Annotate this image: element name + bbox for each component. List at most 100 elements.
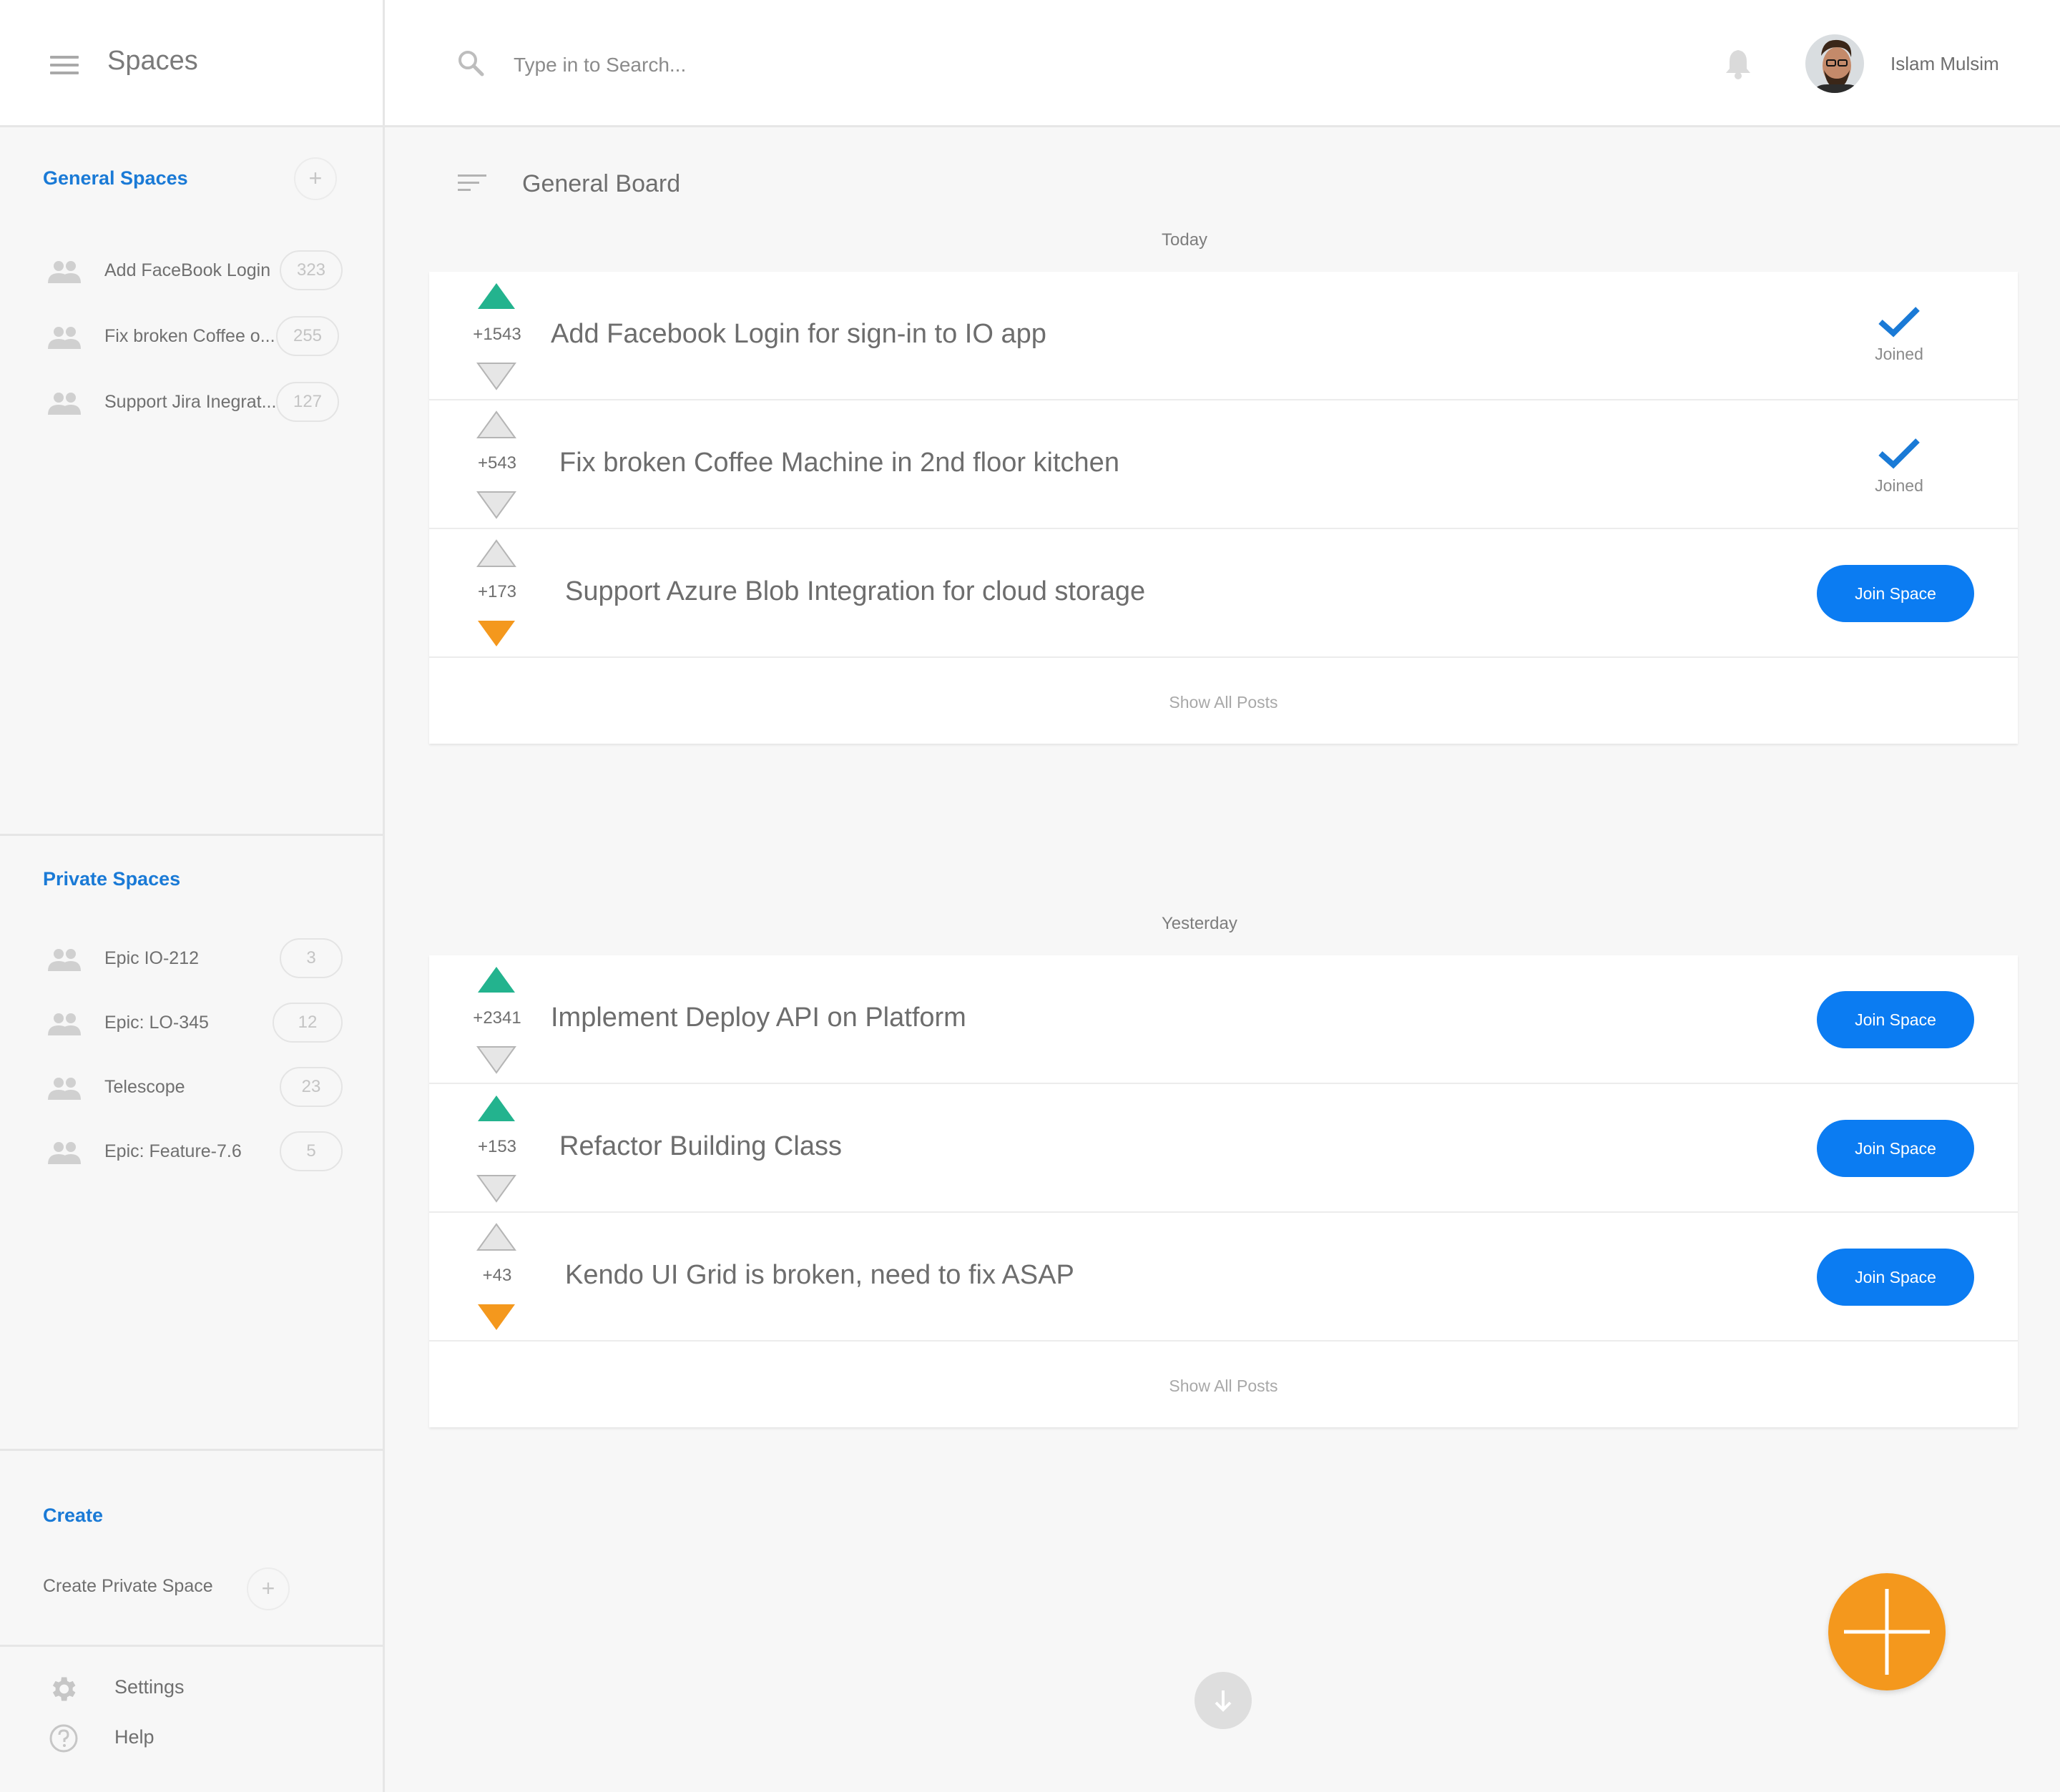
sort-icon[interactable]	[458, 174, 486, 196]
downvote-icon[interactable]	[476, 619, 516, 648]
vote-control: +1543	[465, 282, 529, 390]
avatar-image	[1805, 34, 1864, 93]
post-row[interactable]: +43 Kendo UI Grid is broken, need to fix…	[429, 1213, 2018, 1341]
join-space-button[interactable]: Join Space	[1817, 565, 1974, 622]
check-icon	[1878, 438, 1920, 469]
join-space-button[interactable]: Join Space	[1817, 1249, 1974, 1306]
sidebar-item-private-3[interactable]: Telescope 23	[43, 1067, 343, 1110]
vote-count: +2341	[473, 1008, 521, 1028]
vote-count: +543	[477, 453, 517, 473]
show-all-posts-link[interactable]: Show All Posts	[429, 658, 2018, 744]
sidebar-item-count: 5	[280, 1131, 343, 1171]
scroll-down-button[interactable]	[1195, 1672, 1252, 1729]
create-section-title: Create	[43, 1505, 104, 1526]
downvote-icon[interactable]	[476, 1045, 516, 1074]
people-icon	[48, 1142, 81, 1164]
upvote-icon[interactable]	[476, 410, 516, 439]
top-bar: Islam Mulsim	[385, 0, 2060, 127]
post-title[interactable]: Fix broken Coffee Machine in 2nd floor k…	[559, 448, 1119, 478]
people-icon	[48, 327, 81, 349]
general-spaces-title: General Spaces	[43, 167, 188, 189]
sidebar-header: Spaces	[0, 0, 383, 127]
vote-count: +173	[477, 582, 517, 601]
help-label: Help	[114, 1726, 154, 1748]
vote-count: +43	[482, 1266, 512, 1285]
arrow-down-icon	[1215, 1690, 1232, 1712]
sidebar: Spaces General Spaces + Add FaceBook Log…	[0, 0, 385, 1792]
post-title[interactable]: Add Facebook Login for sign-in to IO app	[551, 319, 1046, 350]
people-icon	[48, 1078, 81, 1100]
add-post-fab[interactable]	[1828, 1573, 1946, 1690]
vote-count: +1543	[473, 325, 521, 344]
settings-link[interactable]: Settings	[47, 1670, 262, 1706]
sidebar-item-general-3[interactable]: Support Jira Inegrat... 127	[43, 382, 343, 425]
post-card-today: +1543 Add Facebook Login for sign-in to …	[429, 272, 2018, 744]
upvote-icon[interactable]	[476, 965, 516, 994]
post-row[interactable]: +2341 Implement Deploy API on Platform J…	[429, 955, 2018, 1084]
post-title[interactable]: Refactor Building Class	[559, 1131, 842, 1162]
downvote-icon[interactable]	[476, 362, 516, 390]
sidebar-item-count: 127	[276, 382, 339, 422]
sidebar-item-private-4[interactable]: Epic: Feature-7.6 5	[43, 1131, 343, 1174]
sidebar-item-general-1[interactable]: Add FaceBook Login 323	[43, 250, 343, 293]
sidebar-item-private-2[interactable]: Epic: LO-345 12	[43, 1003, 343, 1045]
bell-icon[interactable]	[1724, 47, 1752, 80]
vote-control: +43	[465, 1223, 529, 1331]
help-icon	[49, 1724, 78, 1753]
upvote-icon[interactable]	[476, 1223, 516, 1251]
upvote-icon[interactable]	[476, 1094, 516, 1123]
private-spaces-title: Private Spaces	[43, 868, 181, 890]
vote-control: +173	[465, 539, 529, 648]
post-card-yesterday: +2341 Implement Deploy API on Platform J…	[429, 955, 2018, 1427]
sidebar-title: Spaces	[107, 46, 198, 76]
menu-icon[interactable]	[50, 56, 79, 74]
downvote-icon[interactable]	[476, 1303, 516, 1331]
post-row[interactable]: +153 Refactor Building Class Join Space	[429, 1084, 2018, 1213]
people-icon	[48, 1013, 81, 1035]
sidebar-item-count: 23	[280, 1067, 343, 1107]
gear-icon	[52, 1677, 76, 1701]
help-link[interactable]: Help	[47, 1720, 262, 1756]
search-icon[interactable]	[456, 49, 485, 77]
sidebar-item-label: Support Jira Inegrat...	[104, 392, 276, 412]
sidebar-divider	[0, 1449, 383, 1451]
sidebar-divider	[0, 1645, 383, 1647]
vote-control: +153	[465, 1094, 529, 1203]
avatar[interactable]	[1805, 34, 1864, 93]
sidebar-item-label: Add FaceBook Login	[104, 260, 271, 280]
upvote-icon[interactable]	[476, 282, 516, 310]
plus-icon	[1844, 1589, 1930, 1675]
upvote-icon[interactable]	[476, 539, 516, 568]
join-space-button[interactable]: Join Space	[1817, 1120, 1974, 1177]
downvote-icon[interactable]	[476, 491, 516, 519]
add-general-space-button[interactable]: +	[294, 157, 337, 200]
joined-label: Joined	[1875, 476, 1923, 495]
create-private-space-label[interactable]: Create Private Space	[43, 1576, 213, 1597]
sidebar-item-label: Telescope	[104, 1077, 185, 1097]
post-row[interactable]: +1543 Add Facebook Login for sign-in to …	[429, 272, 2018, 400]
sidebar-item-label: Epic: Feature-7.6	[104, 1141, 242, 1161]
downvote-icon[interactable]	[476, 1174, 516, 1203]
post-title[interactable]: Support Azure Blob Integration for cloud…	[565, 576, 1145, 607]
sidebar-item-count: 255	[276, 316, 339, 356]
post-row[interactable]: +543 Fix broken Coffee Machine in 2nd fl…	[429, 400, 2018, 529]
joined-status: Joined	[1867, 433, 1931, 498]
plus-icon: +	[308, 165, 323, 191]
sidebar-item-general-2[interactable]: Fix broken Coffee o... 255	[43, 316, 343, 359]
plus-icon: +	[261, 1575, 275, 1601]
show-all-posts-link[interactable]: Show All Posts	[429, 1341, 2018, 1427]
sidebar-item-label: Fix broken Coffee o...	[104, 326, 275, 346]
sidebar-item-private-1[interactable]: Epic IO-212 3	[43, 938, 343, 981]
post-title[interactable]: Kendo UI Grid is broken, need to fix ASA…	[565, 1260, 1074, 1291]
post-title[interactable]: Implement Deploy API on Platform	[551, 1003, 966, 1033]
group-label-yesterday: Yesterday	[1162, 914, 1237, 933]
create-private-space-button[interactable]: +	[247, 1567, 290, 1610]
people-icon	[48, 393, 81, 415]
search-input[interactable]	[514, 50, 1014, 80]
join-space-button[interactable]: Join Space	[1817, 991, 1974, 1048]
sidebar-item-count: 323	[280, 250, 343, 290]
vote-count: +153	[477, 1137, 517, 1156]
post-row[interactable]: +173 Support Azure Blob Integration for …	[429, 529, 2018, 658]
people-icon	[48, 949, 81, 971]
user-name[interactable]: Islam Mulsim	[1890, 53, 1999, 75]
